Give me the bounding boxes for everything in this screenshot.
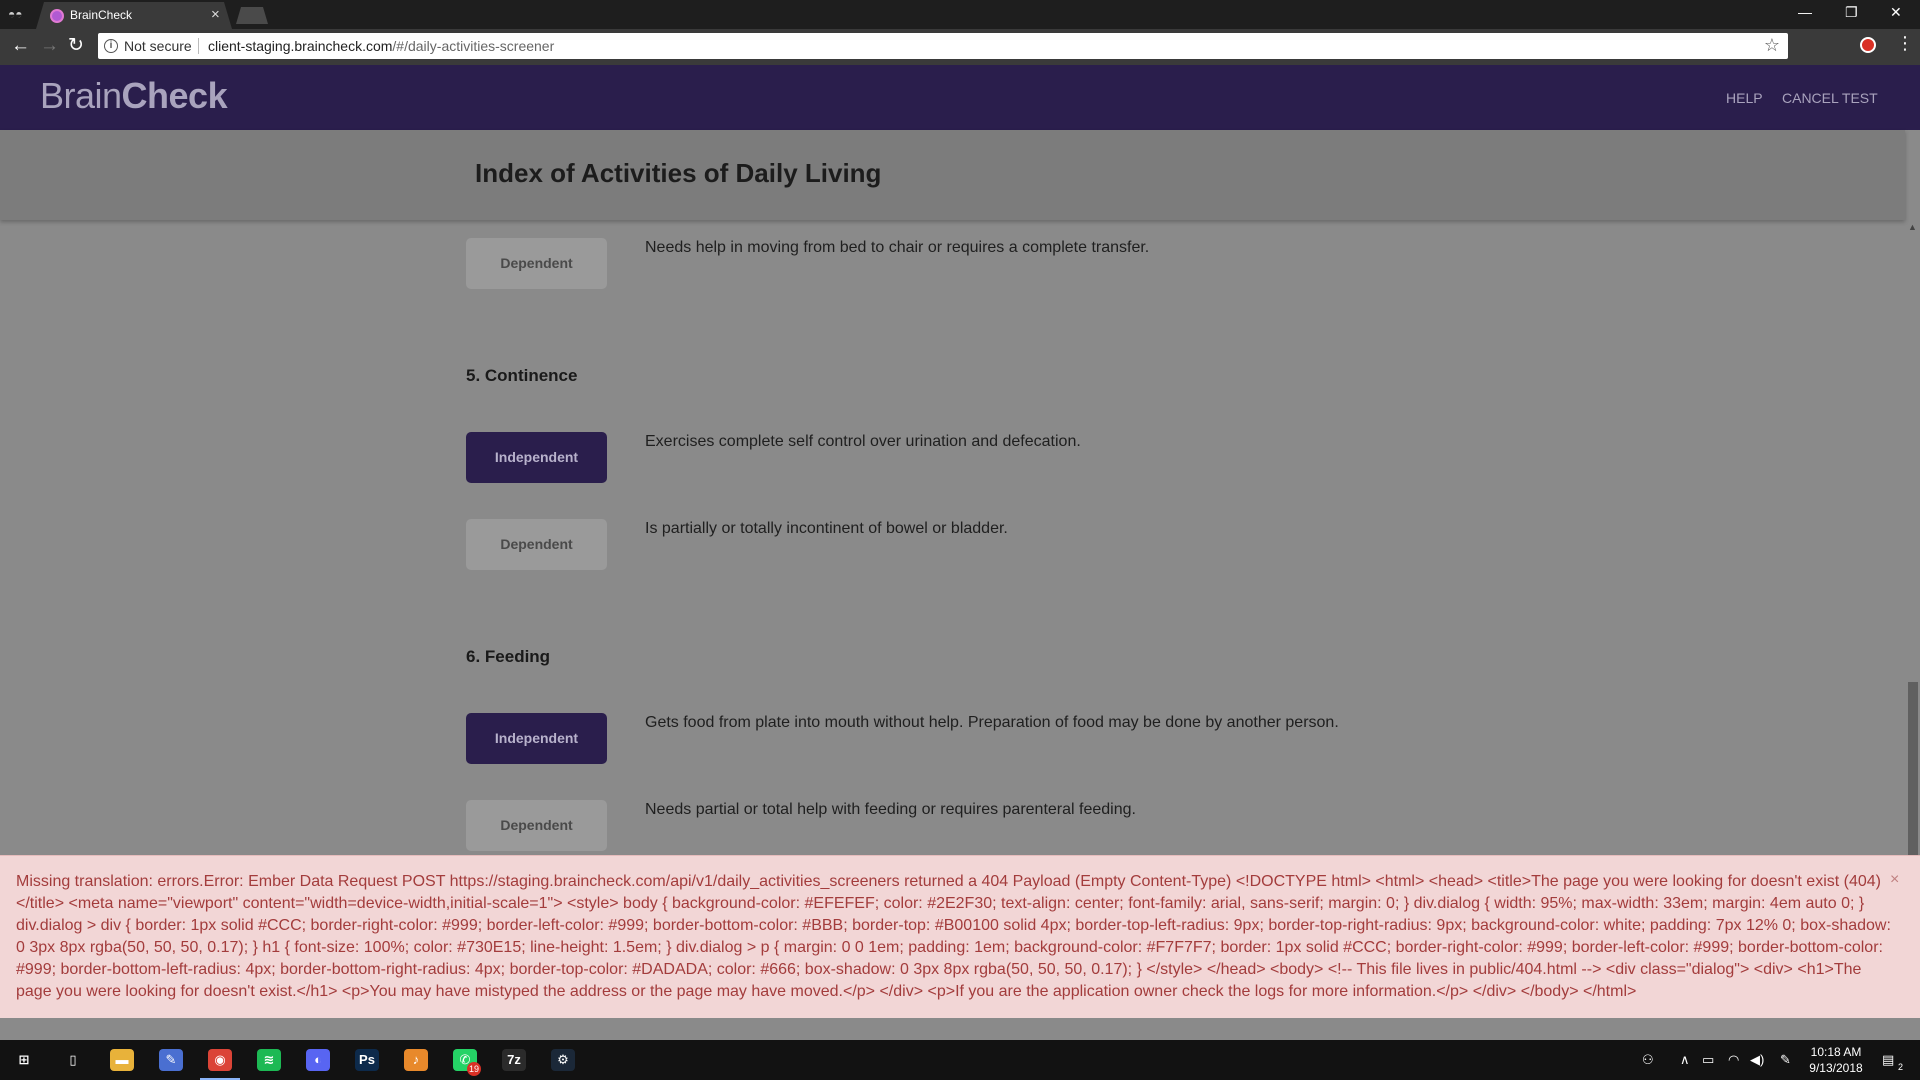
transfer-dependent-button[interactable]: Dependent [466, 238, 607, 289]
reload-button[interactable]: ↻ [68, 35, 84, 57]
braincheck-logo[interactable]: BrainCheck [40, 75, 228, 117]
taskbar-spotify[interactable]: ≋ [245, 1040, 293, 1080]
continence-dependent-description: Is partially or totally incontinent of b… [645, 520, 1008, 537]
paint-app-icon: ✎ [159, 1049, 183, 1071]
help-link[interactable]: HELP [1726, 90, 1763, 106]
page-subheader: Index of Activities of Daily Living [0, 130, 1905, 220]
battery-icon[interactable]: ▭ [1702, 1052, 1714, 1068]
steam-icon: ⚙ [551, 1049, 575, 1071]
taskbar-photoshop[interactable]: Ps [343, 1040, 391, 1080]
fl-studio-icon: ♪ [404, 1049, 428, 1071]
clock-date: 9/13/2018 [1809, 1061, 1863, 1075]
taskbar-file-explorer[interactable]: ▬ [98, 1040, 146, 1080]
taskbar-7zip[interactable]: 7z [490, 1040, 538, 1080]
feeding-dependent-button[interactable]: Dependent [466, 800, 607, 851]
windows-start-icon: ⊞ [12, 1049, 36, 1071]
logo-light: Brain [40, 75, 122, 116]
close-window-button[interactable]: ✕ [1890, 4, 1902, 21]
error-close-icon[interactable]: × [1890, 871, 1899, 889]
clock-time: 10:18 AM [1810, 1045, 1862, 1059]
feeding-independent-description: Gets food from plate into mouth without … [645, 714, 1339, 731]
continence-dependent-button[interactable]: Dependent [466, 519, 607, 570]
taskbar-discord[interactable]: ◐ [294, 1040, 342, 1080]
browser-toolbar: ← → ↻ i Not secure client-staging.brainc… [0, 29, 1920, 65]
task-view-icon: ▯ [61, 1049, 85, 1071]
7zip-icon: 7z [502, 1049, 526, 1071]
tray-overflow-icon[interactable]: ∧ [1680, 1052, 1690, 1068]
chrome-icon: ◉ [208, 1049, 232, 1071]
incognito-icon: ◓◓ [8, 7, 23, 21]
spotify-icon: ≋ [257, 1049, 281, 1071]
transfer-dependent-description: Needs help in moving from bed to chair o… [645, 239, 1150, 256]
action-center-icon[interactable]: ▤ [1882, 1052, 1894, 1068]
taskbar-steam[interactable]: ⚙ [539, 1040, 587, 1080]
volume-icon[interactable]: ◀) [1750, 1052, 1764, 1068]
taskbar-clock[interactable]: 10:18 AM 9/13/2018 [1806, 1044, 1866, 1076]
address-bar[interactable]: i Not secure client-staging.braincheck.c… [98, 33, 1788, 59]
forward-button[interactable]: → [40, 35, 59, 57]
feeding-independent-button[interactable]: Independent [466, 713, 607, 764]
feeding-dependent-description: Needs partial or total help with feeding… [645, 801, 1136, 818]
windows-taskbar: ⊞ ▯ ▬ ✎ ◉ ≋ ◐ Ps ♪ ✆ 19 7z ⚙ ⚇ ∧ ▭ ◠ ◀) ✎ 10:18 AM 9… [0, 1040, 1920, 1080]
omnibox-divider [198, 38, 199, 54]
tab-close-icon[interactable]: × [211, 6, 220, 23]
page-title: Index of Activities of Daily Living [475, 158, 882, 188]
taskbar-paint-app[interactable]: ✎ [147, 1040, 195, 1080]
scroll-up-icon[interactable]: ▲ [1908, 222, 1917, 232]
security-label: Not secure [124, 38, 192, 54]
continence-section-title: 5. Continence [466, 366, 578, 385]
continence-independent-description: Exercises complete self control over uri… [645, 433, 1081, 450]
logo-bold: Check [121, 75, 228, 116]
discord-icon: ◐ [306, 1049, 330, 1071]
url-text[interactable]: client-staging.braincheck.com/#/daily-ac… [208, 38, 554, 54]
file-explorer-icon: ▬ [110, 1049, 134, 1071]
tab-title: BrainCheck [70, 8, 133, 22]
questionnaire-content: Dependent Needs help in moving from bed … [0, 220, 1905, 855]
app-header: BrainCheck HELP CANCEL TEST [0, 65, 1920, 130]
minimize-button[interactable]: — [1798, 4, 1812, 20]
taskbar-fl-studio[interactable]: ♪ [392, 1040, 440, 1080]
network-icon[interactable]: ◠ [1728, 1052, 1739, 1068]
photoshop-icon: Ps [355, 1049, 379, 1071]
people-icon[interactable]: ⚇ [1642, 1052, 1654, 1068]
cancel-test-link[interactable]: CANCEL TEST [1782, 90, 1878, 106]
whatsapp-badge: 19 [467, 1062, 481, 1076]
notification-count: 2 [1898, 1062, 1904, 1072]
url-host: client-staging.braincheck.com [208, 38, 393, 54]
pen-icon[interactable]: ✎ [1780, 1052, 1791, 1068]
extension-icon[interactable] [1860, 37, 1876, 53]
braincheck-favicon-icon [50, 9, 64, 23]
restore-button[interactable]: ❐ [1845, 4, 1858, 21]
bookmark-star-icon[interactable]: ☆ [1764, 35, 1780, 56]
url-path: /#/daily-activities-screener [392, 38, 555, 54]
continence-independent-button[interactable]: Independent [466, 432, 607, 483]
tab-braincheck[interactable]: BrainCheck × [36, 2, 232, 29]
taskbar-whatsapp[interactable]: ✆ 19 [441, 1040, 489, 1080]
browser-menu-icon[interactable]: ⋮ [1896, 34, 1914, 52]
taskbar-windows-start[interactable]: ⊞ [0, 1040, 48, 1080]
new-tab-button[interactable] [236, 7, 268, 24]
info-icon[interactable]: i [104, 39, 118, 53]
feeding-section-title: 6. Feeding [466, 647, 551, 666]
taskbar-task-view[interactable]: ▯ [49, 1040, 97, 1080]
error-toast: Missing translation: errors.Error: Ember… [0, 855, 1920, 1018]
browser-tab-strip: ◓◓ BrainCheck × — ❐ ✕ [0, 0, 1920, 29]
back-button[interactable]: ← [11, 35, 30, 57]
error-message: Missing translation: errors.Error: Ember… [16, 873, 1891, 1000]
taskbar-chrome[interactable]: ◉ [196, 1040, 244, 1080]
